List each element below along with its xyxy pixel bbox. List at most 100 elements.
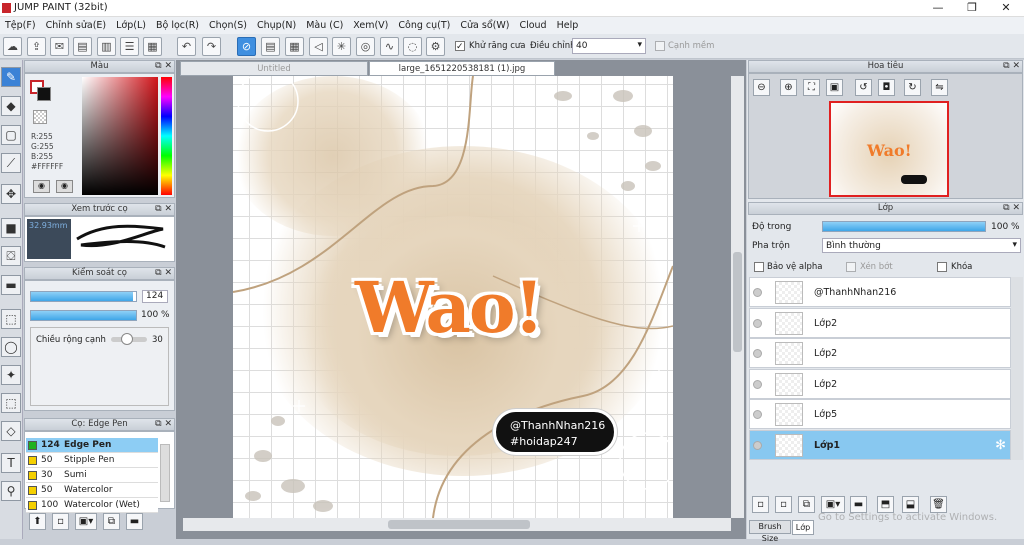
ellipse-icon[interactable]: ◌ [403,37,422,56]
parallel-lines-icon[interactable]: ▤ [261,37,280,56]
brush-add-icon[interactable]: ⬆ [29,513,46,530]
actual-size-icon[interactable]: ▣ [826,79,843,96]
fit-icon[interactable]: ⛶ [803,79,820,96]
protect-alpha-checkbox[interactable] [754,262,764,273]
layer-item[interactable]: Lớp2 [749,307,1011,338]
bucket-tool-icon[interactable]: ⛋ [1,246,21,266]
new-layer-icon[interactable]: ▫ [752,496,769,513]
marquee-icon[interactable]: ⬚ [1,309,21,329]
layer-item[interactable]: Lớp2 [749,368,1011,399]
menu-capture[interactable]: Chụp(N) [252,20,301,31]
brush-new-icon[interactable]: ▫ [52,513,69,530]
layer-menu-icon[interactable]: ▣▾ [821,496,845,513]
export-icon[interactable]: ⇪ [27,37,46,56]
new-folder-layer-icon[interactable]: ▫ [775,496,792,513]
concentric-icon[interactable]: ◎ [356,37,375,56]
hue-slider[interactable] [161,77,172,195]
brush-size-value[interactable]: 124 [142,290,168,303]
ruler-off-icon[interactable]: ⊘ [237,37,256,56]
menu-window[interactable]: Cửa sổ(W) [455,20,514,31]
edge-width-slider[interactable] [111,333,147,345]
folder-icon[interactable]: ▬ [850,496,867,513]
merge-icon[interactable]: ⬒ [877,496,894,513]
merge-down-icon[interactable]: ⬓ [902,496,919,513]
lock-checkbox[interactable] [937,262,947,273]
navigator-thumbnail[interactable]: Wao! [829,101,949,197]
undo-icon[interactable]: ↶ [177,37,196,56]
panel-icon[interactable]: ▥ [97,37,116,56]
tab-layer[interactable]: Lớp [792,520,814,535]
menu-edit[interactable]: Chỉnh sửa(E) [41,20,112,31]
cross-lines-icon[interactable]: ▦ [285,37,304,56]
radial-icon[interactable]: ✳ [332,37,351,56]
artwork-canvas[interactable]: Wao! @ThanhNhan216 #hoidap247 [233,76,673,518]
panel-close-icon[interactable]: ⧉ ✕ [1003,203,1020,214]
pen-tool-icon[interactable]: ✎ [1,67,21,87]
tab-artwork[interactable]: large_1651220538181 (1).jpg [369,61,555,76]
lasso-icon[interactable]: ◯ [1,337,21,357]
comment-icon[interactable]: ✉ [50,37,69,56]
menu-help[interactable]: Help [552,20,584,31]
brush-menu-icon[interactable]: ▣▾ [75,513,97,530]
brush-list-item[interactable]: 124 Edge Pen [26,438,158,453]
panel-close-icon[interactable]: ⧉ ✕ [155,61,172,72]
picker-icon[interactable]: ◉ [56,180,73,193]
tab-brush-size[interactable]: Brush Size [749,520,791,543]
panel-close-icon[interactable]: ⧉ ✕ [1003,61,1020,72]
visibility-icon[interactable] [753,379,762,389]
menu-tools[interactable]: Công cụ(T) [393,20,455,31]
fill-color-icon[interactable]: ■ [1,218,21,238]
move-tool-icon[interactable]: ✥ [1,184,21,204]
panel-close-icon[interactable]: ⧉ ✕ [155,419,172,430]
minimize-button[interactable]: — [921,0,955,17]
perspective-icon[interactable]: ◁ [309,37,328,56]
palette-icon[interactable]: ◉ [33,180,50,193]
brush-list-item[interactable]: 50 Stipple Pen [26,453,158,468]
brush-list-item[interactable]: 100 Watercolor (Wet) [26,498,158,513]
menu-filter[interactable]: Bộ lọc(R) [151,20,204,31]
vertical-thumb[interactable] [733,252,742,352]
canvas-vertical-scrollbar[interactable] [731,76,744,518]
panel-close-icon[interactable]: ⧉ ✕ [155,204,172,215]
reset-rotate-icon[interactable]: ◘ [878,79,895,96]
grid-icon[interactable]: ▦ [143,37,162,56]
layer-item[interactable]: Lớp2 [749,338,1011,368]
edge-toggle[interactable] [655,41,665,52]
gradient-tool-icon[interactable]: ▬ [1,275,21,295]
panel-close-icon[interactable]: ⧉ ✕ [155,268,172,279]
brush-folder-icon[interactable]: ▬ [126,513,143,530]
menu-layer[interactable]: Lớp(L) [111,20,151,31]
brush-list-item[interactable]: 30 Sumi [26,468,158,483]
zoom-in-icon[interactable]: ⊕ [780,79,797,96]
settings-icon[interactable]: ⚙ [426,37,445,56]
layer-list-scrollbar[interactable] [1011,277,1023,460]
visibility-icon[interactable] [753,318,762,328]
delete-layer-icon[interactable]: 🗑 [930,496,947,513]
rotate-right-icon[interactable]: ↻ [904,79,921,96]
close-button[interactable]: ✕ [989,0,1023,17]
color-square[interactable] [82,77,158,195]
blend-mode-select[interactable]: Bình thường ▾ [822,238,1021,253]
layer-item[interactable]: Lớp5 [749,399,1011,429]
brush-opacity-slider[interactable] [30,310,137,321]
visibility-icon[interactable] [753,440,762,450]
visibility-icon[interactable] [753,410,762,419]
eyedropper-icon[interactable]: ⚲ [1,481,21,501]
select-rect-icon[interactable]: ▢ [1,125,21,145]
menu-cloud[interactable]: Cloud [514,20,551,31]
select-pen-icon[interactable]: ⬚ [1,393,21,413]
layer-item[interactable]: Lớp1 ✻ [749,429,1011,460]
list-icon[interactable]: ☰ [120,37,139,56]
menu-color[interactable]: Màu (C) [301,20,348,31]
caption-icon[interactable]: ▤ [73,37,92,56]
canvas-horizontal-scrollbar[interactable] [183,518,731,531]
visibility-icon[interactable] [753,349,762,358]
brush-list-item[interactable]: 50 Watercolor [26,483,158,498]
layer-opacity-slider[interactable] [822,221,986,232]
zoom-out-icon[interactable]: ⊖ [753,79,770,96]
text-tool-icon[interactable]: T [1,453,21,473]
maximize-button[interactable]: ❐ [955,0,989,17]
clip-checkbox[interactable] [846,262,856,273]
brush-size-slider[interactable] [30,291,137,302]
menu-select[interactable]: Chọn(S) [204,20,252,31]
